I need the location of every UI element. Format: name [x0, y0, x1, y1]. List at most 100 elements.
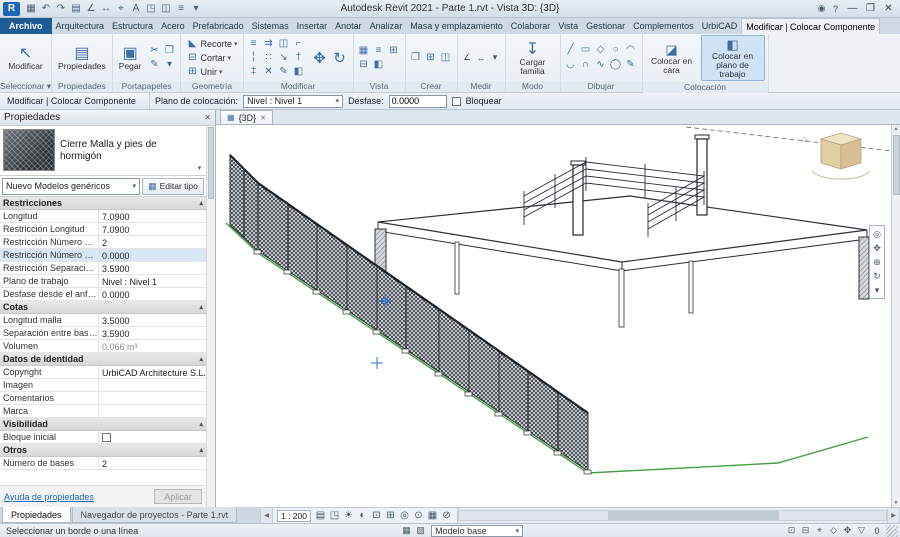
polygon-tool-icon[interactable]: ◇	[594, 43, 608, 57]
copy-icon[interactable]: ❐	[162, 44, 176, 58]
paste-button[interactable]: ▣ Pegar	[116, 42, 145, 73]
array-icon[interactable]: ∷	[262, 51, 276, 65]
orbit-icon[interactable]: ↻	[871, 270, 883, 282]
paint-icon[interactable]: ◧	[292, 65, 306, 79]
thin-lines-icon[interactable]: ≡	[174, 2, 188, 16]
tab-estructura[interactable]: Estructura	[108, 18, 157, 34]
delete-icon[interactable]: ✕	[262, 65, 276, 79]
section-icon[interactable]: ◫	[159, 2, 173, 16]
panel-label-seleccionar[interactable]: Seleccionar ▾	[0, 81, 51, 92]
mirror-icon[interactable]: ◫	[277, 37, 291, 51]
trim-icon[interactable]: ⌐	[292, 37, 306, 51]
worksets-icon[interactable]: ▦	[400, 525, 413, 537]
shadows-icon[interactable]: ◐	[356, 509, 369, 522]
modify-button[interactable]: ↖ Modificar	[5, 42, 45, 73]
undo-icon[interactable]: ↶	[39, 2, 53, 16]
reveal-hidden-icon[interactable]: ⊙	[412, 509, 425, 522]
remove-hidden-lines-icon[interactable]: ⊟	[357, 58, 371, 72]
checkbox[interactable]	[102, 433, 111, 442]
crop-region-icon[interactable]: ⊞	[384, 509, 397, 522]
create-assembly-icon[interactable]: ◫	[439, 51, 453, 65]
pan-icon[interactable]: ✥	[871, 242, 883, 254]
tab-urbicad[interactable]: UrbiCAD	[698, 18, 742, 34]
tab-gestionar[interactable]: Gestionar	[582, 18, 629, 34]
drag-on-selection-icon[interactable]: ✥	[841, 525, 854, 537]
thin-lines-icon[interactable]: ≡	[372, 44, 386, 58]
tangent-arc-tool-icon[interactable]: ∩	[579, 58, 593, 72]
close-icon[interactable]: ✕	[880, 2, 897, 16]
close-icon[interactable]: ✕	[204, 113, 211, 122]
property-section[interactable]: Cotas▴	[0, 301, 206, 314]
unpin-icon[interactable]: ‡	[247, 65, 261, 79]
measure-chain-icon[interactable]: ↔	[475, 52, 488, 64]
offset-icon[interactable]: ⇉	[262, 37, 276, 51]
worksharing-display-icon[interactable]: ▦	[426, 509, 439, 522]
align-icon[interactable]: ≡	[247, 37, 261, 51]
horizontal-scrollbar[interactable]	[458, 510, 887, 521]
help-icon[interactable]: ?	[829, 3, 842, 15]
nav-more-icon[interactable]: ▾	[871, 284, 883, 296]
cut-icon[interactable]: ✂	[147, 44, 161, 58]
reveal-constraints-icon[interactable]: ⊘	[440, 509, 453, 522]
match-properties-icon[interactable]: ✎	[277, 65, 291, 79]
ellipse-tool-icon[interactable]: ◯	[609, 58, 623, 72]
property-value[interactable]: 3.5900	[99, 327, 206, 339]
filter-icon[interactable]: ▽	[855, 525, 868, 537]
cut-profile-icon[interactable]: ◧	[372, 58, 386, 72]
visual-style-icon[interactable]: ◳	[328, 509, 341, 522]
spline-tool-icon[interactable]: ∿	[594, 58, 608, 72]
scrollbar-thumb[interactable]	[208, 127, 214, 199]
property-section[interactable]: Otros▴	[0, 444, 206, 457]
split-icon[interactable]: ╎	[247, 51, 261, 65]
edit-type-button[interactable]: ▦ Editar tipo	[142, 178, 204, 195]
collapse-icon[interactable]: ▴	[199, 303, 203, 311]
line-tool-icon[interactable]: ╱	[564, 43, 578, 57]
tab-prefabricado[interactable]: Prefabricado	[189, 18, 248, 34]
rectangle-tool-icon[interactable]: ▭	[579, 43, 593, 57]
lock-checkbox[interactable]	[452, 97, 461, 106]
scale-icon[interactable]: ↘	[277, 51, 291, 65]
type-selector[interactable]: Cierre Malla y pies de hormigón ▾	[0, 126, 206, 176]
3d-view-icon[interactable]: ◳	[144, 2, 158, 16]
type-selector-dropdown-icon[interactable]: ▾	[193, 126, 206, 175]
design-option-select[interactable]: Modelo base ▾	[431, 525, 523, 537]
scroll-down-icon[interactable]: ▼	[894, 499, 899, 507]
view-tab-3d[interactable]: ▦ {3D} ✕	[220, 110, 273, 124]
temporary-hide-icon[interactable]: ◎	[398, 509, 411, 522]
dock-tab[interactable]: Navegador de proyectos - Parte 1.rvt	[72, 507, 238, 523]
property-value[interactable]	[99, 379, 206, 391]
scrollbar-thumb[interactable]	[608, 511, 779, 520]
offset-input[interactable]	[389, 95, 447, 108]
dock-tab[interactable]: Propiedades	[2, 507, 71, 523]
load-family-button[interactable]: ↧ Cargar familia	[509, 38, 557, 78]
properties-toggle-button[interactable]: ▤ Propiedades	[55, 42, 109, 73]
property-value[interactable]	[99, 392, 206, 404]
sign-in-icon[interactable]: ◉	[815, 3, 828, 15]
customize-qat-icon[interactable]: ▾	[189, 2, 203, 16]
sun-path-icon[interactable]: ☀	[342, 509, 355, 522]
navigation-wheel-icon[interactable]: ◎	[871, 228, 883, 240]
tab-complementos[interactable]: Complementos	[629, 18, 698, 34]
property-value[interactable]: Nivel : Nivel 1	[99, 275, 206, 287]
property-value[interactable]: 7.0900	[99, 223, 206, 235]
cut-geometry-button[interactable]: ⊟ Cortar ▾	[184, 51, 239, 64]
pick-lines-tool-icon[interactable]: ✎	[624, 58, 638, 72]
property-value[interactable]: 2	[99, 457, 206, 469]
select-pinned-icon[interactable]: ⌖	[813, 525, 826, 537]
crop-view-icon[interactable]: ⊡	[370, 509, 383, 522]
tab-anotar[interactable]: Anotar	[331, 18, 366, 34]
tag-icon[interactable]: ⌖	[114, 2, 128, 16]
tab-sistemas[interactable]: Sistemas	[248, 18, 293, 34]
drawing-canvas[interactable]: ⌂ ◎✥⊕↻▾	[216, 125, 891, 507]
circle-tool-icon[interactable]: ○	[609, 43, 623, 57]
tab-archivo[interactable]: Archivo	[0, 18, 52, 34]
rotate-icon[interactable]: ↻	[330, 43, 350, 73]
measure-icon[interactable]: ∠	[84, 2, 98, 16]
place-on-work-plane-button[interactable]: ◧ Colocar en plano de trabajo	[701, 35, 765, 81]
match-type-icon[interactable]: ✎	[147, 58, 161, 72]
select-by-face-icon[interactable]: ◇	[827, 525, 840, 537]
cope-button[interactable]: ◣ Recorte ▾	[184, 37, 239, 50]
apply-button[interactable]: Aplicar	[154, 489, 202, 504]
collapse-icon[interactable]: ▴	[199, 420, 203, 428]
show-hidden-lines-icon[interactable]: ⊞	[387, 44, 401, 58]
